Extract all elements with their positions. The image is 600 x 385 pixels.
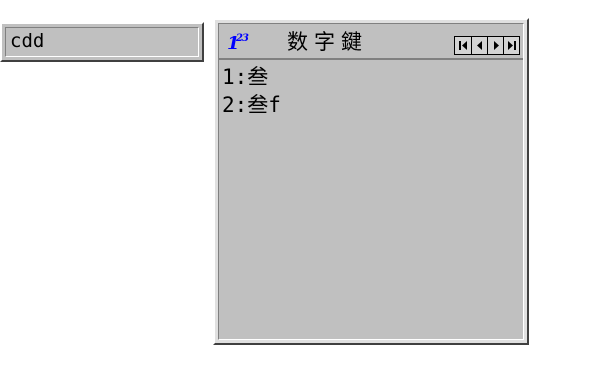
candidate-window: 1 2 3 数字鍵 1:叁 2:叁f (213, 18, 529, 345)
prev-page-button[interactable] (471, 37, 487, 54)
candidate-frame: 1 2 3 数字鍵 1:叁 2:叁f (218, 23, 524, 340)
composition-text[interactable]: cdd (5, 27, 199, 57)
candidate-item[interactable]: 2:叁f (222, 91, 523, 119)
last-page-icon (507, 41, 516, 50)
last-page-button[interactable] (503, 37, 519, 54)
next-page-icon (493, 41, 499, 50)
candidate-list: 1:叁 2:叁f (219, 60, 523, 339)
composition-window: cdd (0, 22, 204, 62)
candidate-item[interactable]: 1:叁 (222, 63, 523, 91)
numeric-ime-icon: 1 2 3 (225, 28, 251, 54)
first-page-icon (459, 41, 467, 50)
candidate-title-bar: 1 2 3 数字鍵 (219, 24, 523, 60)
svg-text:3: 3 (242, 33, 249, 44)
next-page-button[interactable] (487, 37, 503, 54)
candidate-title: 数字鍵 (287, 30, 368, 54)
page-navigation (454, 36, 520, 55)
first-page-button[interactable] (455, 37, 471, 54)
prev-page-icon (476, 41, 482, 50)
